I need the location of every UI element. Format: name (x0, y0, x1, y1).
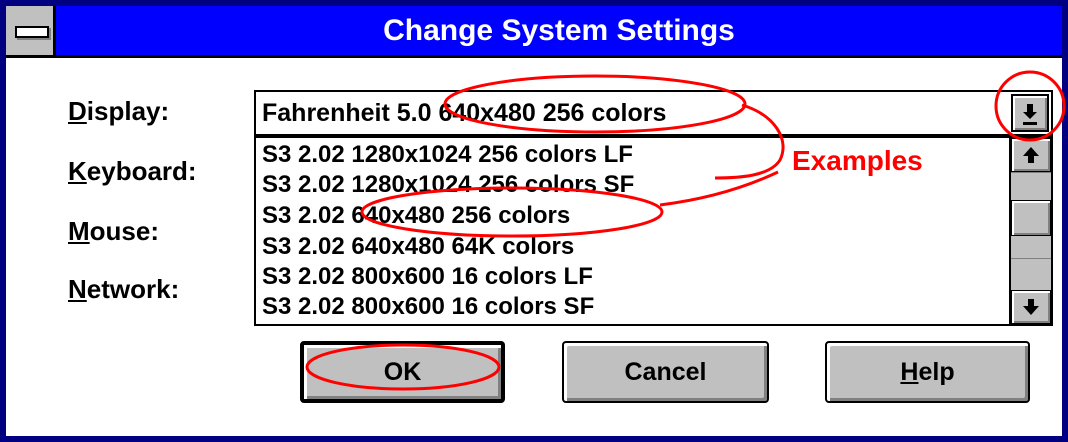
scroll-down-button[interactable] (1011, 290, 1051, 324)
network-label: Network: (68, 274, 180, 304)
keyboard-label: Keyboard: (68, 156, 197, 186)
display-label: Display: (68, 96, 170, 126)
list-item[interactable]: S3 2.02 640x480 256 colors (262, 201, 570, 231)
cancel-button[interactable]: Cancel (562, 341, 769, 403)
list-item[interactable]: S3 2.02 640x480 64K colors (262, 232, 574, 262)
ok-button[interactable]: OK (300, 341, 505, 403)
change-system-settings-dialog: Change System Settings Display: Keyboard… (0, 0, 1068, 442)
dropdown-button[interactable] (1011, 94, 1049, 132)
list-item[interactable]: S3 2.02 1280x1024 256 colors SF (262, 170, 634, 200)
scroll-thumb[interactable] (1011, 200, 1051, 236)
scroll-up-button[interactable] (1011, 138, 1051, 172)
scroll-track-line (1011, 172, 1051, 173)
arrow-down-icon (1023, 104, 1037, 125)
display-options-list[interactable]: S3 2.02 1280x1024 256 colors LF S3 2.02 … (254, 136, 1053, 326)
list-item[interactable]: S3 2.02 800x600 16 colors SF (262, 292, 594, 322)
arrow-down-icon (1023, 299, 1039, 315)
display-combo[interactable]: Fahrenheit 5.0 640x480 256 colors (254, 90, 1053, 136)
title-bar[interactable]: Change System Settings (6, 6, 1062, 58)
window-title: Change System Settings (383, 14, 735, 47)
vertical-scrollbar[interactable] (1009, 138, 1051, 324)
scroll-track-line (1011, 258, 1051, 259)
system-menu-button[interactable] (6, 6, 56, 55)
system-menu-icon (15, 26, 49, 38)
display-selected-value: Fahrenheit 5.0 640x480 256 colors (262, 99, 667, 127)
arrow-up-icon (1023, 147, 1039, 163)
list-item[interactable]: S3 2.02 800x600 16 colors LF (262, 262, 593, 292)
mouse-label: Mouse: (68, 216, 160, 246)
help-button[interactable]: Help (825, 341, 1030, 403)
list-item[interactable]: S3 2.02 1280x1024 256 colors LF (262, 140, 633, 170)
examples-annotation: Examples (792, 145, 923, 176)
